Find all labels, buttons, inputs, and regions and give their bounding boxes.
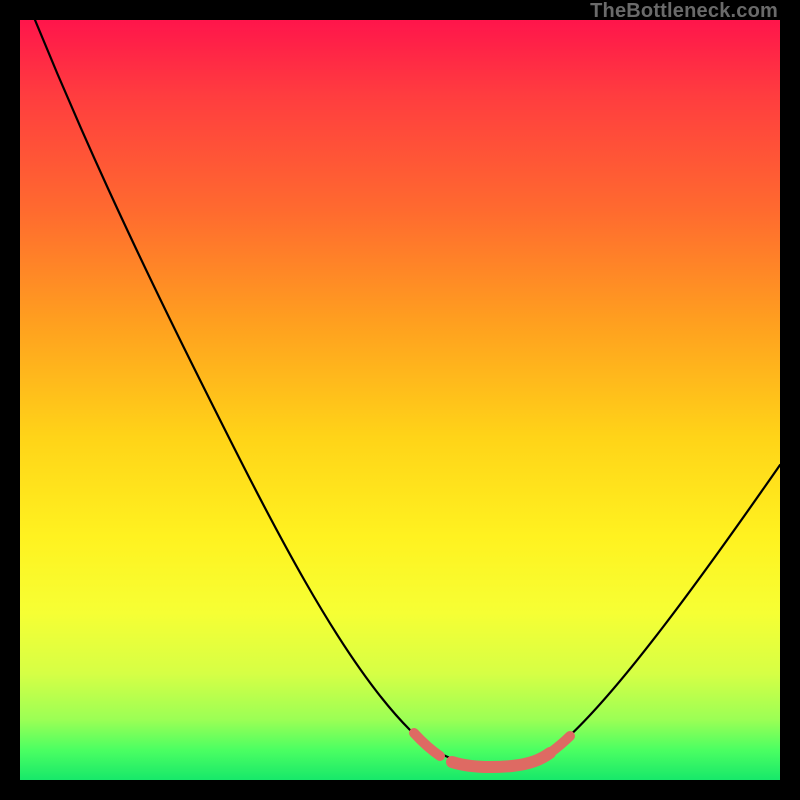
- highlight-segment-left: [414, 733, 440, 756]
- bottleneck-curve: [35, 20, 780, 767]
- highlight-segment-right: [550, 736, 570, 753]
- highlight-segment-bottom: [452, 753, 550, 767]
- curve-svg: [20, 20, 780, 780]
- chart-stage: TheBottleneck.com: [0, 0, 800, 800]
- plot-area: [20, 20, 780, 780]
